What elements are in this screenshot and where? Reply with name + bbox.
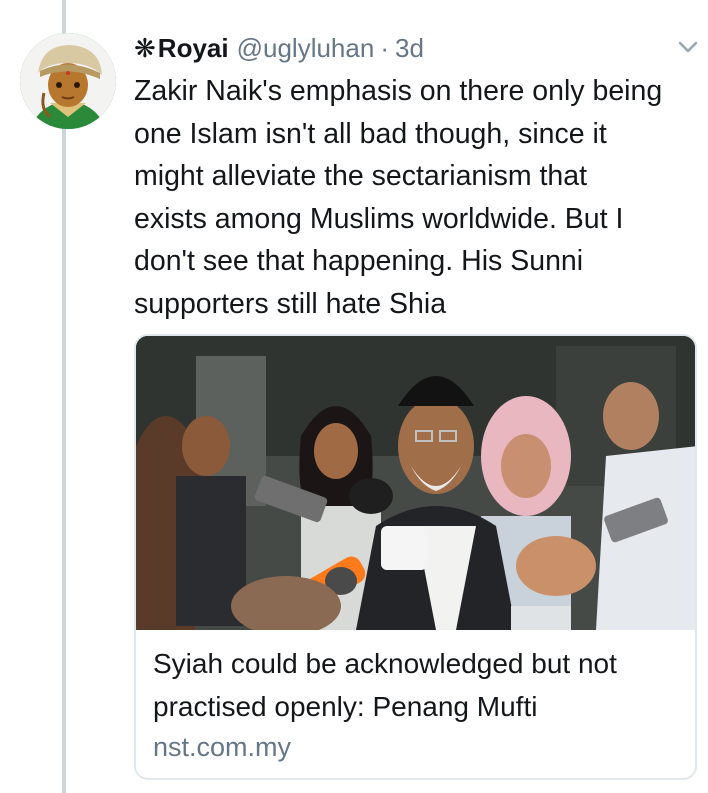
link-card[interactable]: Syiah could be acknowledged but not prac… (134, 334, 697, 780)
card-image[interactable] (136, 336, 695, 630)
news-photo-icon (136, 336, 695, 630)
tweet-menu-button[interactable] (678, 40, 698, 54)
tweet-timestamp[interactable]: 3d (395, 33, 424, 64)
chevron-down-icon (678, 41, 698, 53)
user-handle[interactable]: @uglyluhan (237, 33, 375, 64)
display-name[interactable]: Royai (158, 33, 229, 64)
card-title[interactable]: Syiah could be acknowledged but not prac… (153, 642, 683, 728)
tweet-header: ❋ Royai @uglyluhan · 3d (134, 30, 424, 66)
avatar[interactable] (20, 33, 116, 129)
card-domain[interactable]: nst.com.my (153, 729, 291, 765)
separator-dot: · (380, 32, 389, 63)
name-glyph: ❋ (134, 32, 156, 63)
avatar-illustration-icon (20, 33, 116, 129)
tweet-text: Zakir Naik's emphasis on there only bein… (134, 75, 663, 320)
